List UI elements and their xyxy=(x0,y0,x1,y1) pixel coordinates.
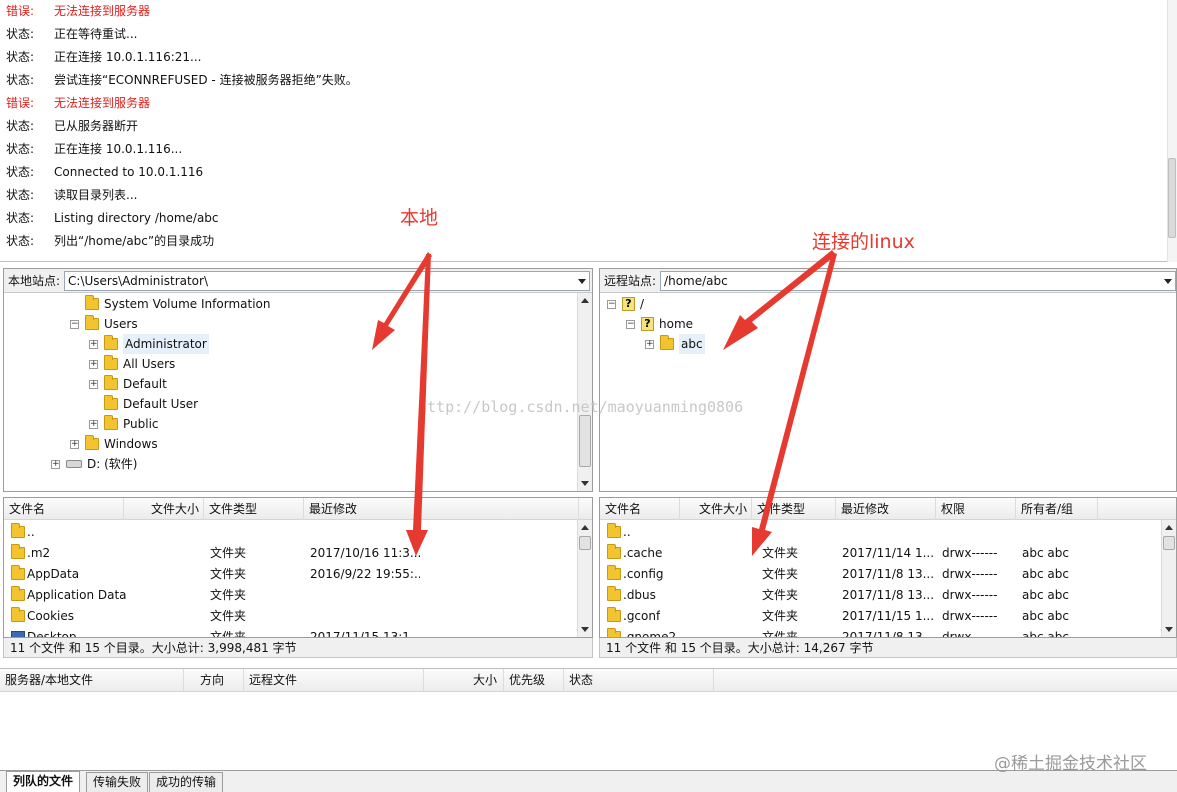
annotation-local-label: 本地 xyxy=(400,207,439,229)
annotation-arrows xyxy=(372,250,837,556)
arrow-to-remote-tree xyxy=(723,250,836,350)
annotation-remote-label: 连接的linux xyxy=(812,231,915,253)
arrow-to-remote-files xyxy=(752,252,837,556)
site-watermark: @稀土掘金技术社区 xyxy=(994,754,1147,774)
arrow-to-local-files xyxy=(406,254,431,556)
